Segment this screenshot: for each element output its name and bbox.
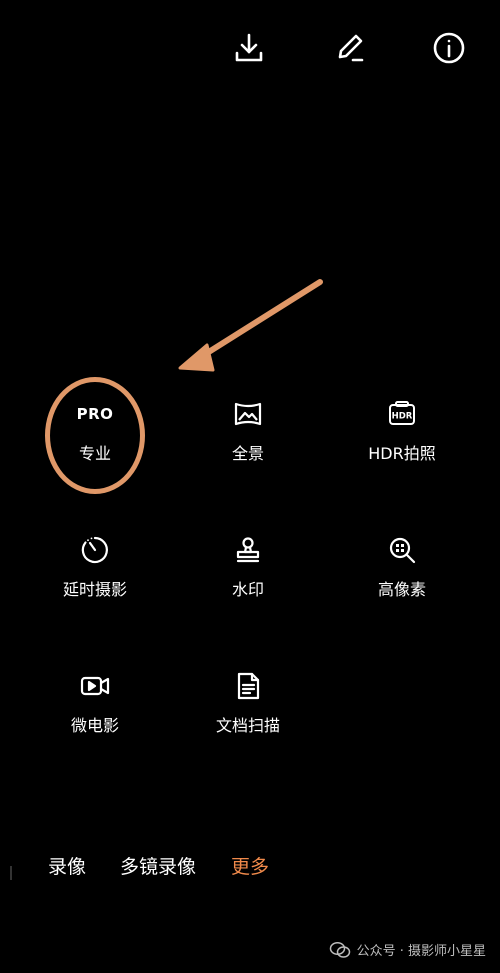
watermark-text: 公众号 · 摄影师小星星 — [356, 944, 486, 959]
mode-label: 水印 — [231, 580, 264, 599]
download-icon — [235, 33, 263, 62]
mode-label: 文档扫描 — [215, 716, 280, 735]
mode-label: 延时摄影 — [62, 580, 127, 599]
mode-hdr[interactable]: HDR HDR拍照 — [327, 396, 477, 506]
svg-text:HDR: HDR — [392, 412, 413, 422]
edit-button[interactable] — [330, 28, 370, 68]
mode-label: HDR拍照 — [368, 444, 436, 463]
info-button[interactable] — [429, 28, 469, 68]
tab-video[interactable]: 录像 — [48, 852, 86, 879]
info-icon — [433, 32, 465, 64]
mode-highres[interactable]: 高像素 — [327, 532, 477, 642]
mode-label: 微电影 — [70, 716, 119, 735]
mode-panorama[interactable]: 全景 — [173, 396, 323, 506]
mode-watermark[interactable]: 水印 — [173, 532, 323, 642]
stamp-icon — [230, 532, 266, 568]
wechat-icon — [329, 941, 350, 958]
mode-movie[interactable]: 微电影 — [20, 668, 170, 778]
mode-tabs: 录像 多镜录像 更多 — [0, 852, 500, 888]
pen-icon — [338, 34, 364, 62]
timer-icon — [77, 532, 113, 568]
panorama-icon — [230, 396, 266, 432]
tab-more[interactable]: 更多 — [231, 852, 269, 879]
annotation-circle — [45, 377, 145, 494]
watermark: 公众号 · 摄影师小星星 — [329, 940, 486, 959]
mode-docscan[interactable]: 文档扫描 — [173, 668, 323, 778]
video-icon — [77, 668, 113, 704]
hdr-icon: HDR — [384, 396, 420, 432]
mode-label: 全景 — [231, 444, 264, 463]
mode-label: 高像素 — [377, 580, 426, 599]
mode-timelapse[interactable]: 延时摄影 — [20, 532, 170, 642]
tab-multi-video[interactable]: 多镜录像 — [120, 852, 196, 879]
high-res-icon — [384, 532, 420, 568]
download-button[interactable] — [229, 28, 269, 68]
document-icon — [230, 668, 266, 704]
